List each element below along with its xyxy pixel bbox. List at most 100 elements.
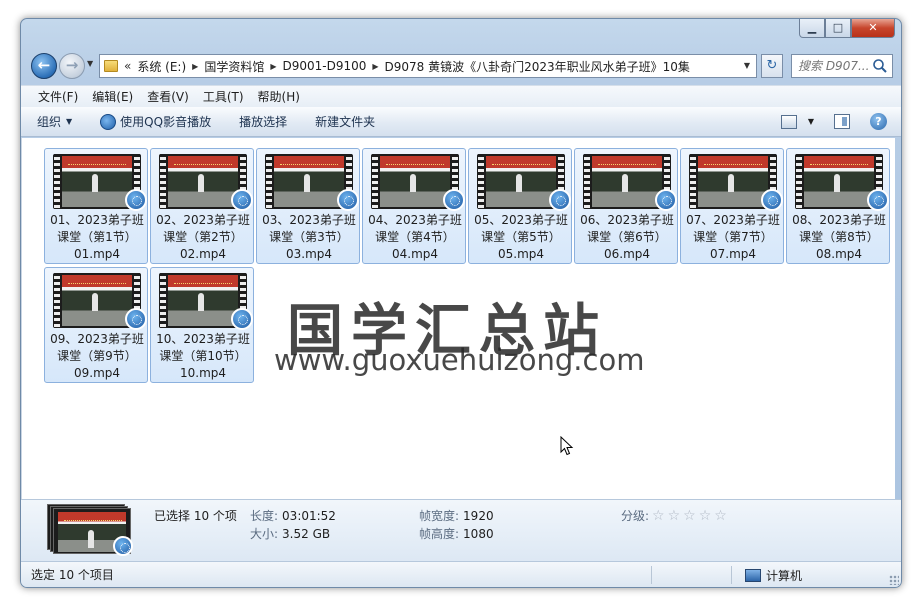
qq-player-icon [100,113,117,130]
rating-label: 分级: [621,509,650,523]
selection-thumbnail-stack [47,504,133,558]
search-icon[interactable] [872,58,888,74]
video-file-icon [761,189,783,211]
address-dropdown-icon[interactable]: ▼ [744,61,750,70]
refresh-button[interactable]: ↻ [761,54,783,78]
computer-icon [745,569,761,582]
video-badge-icon [113,536,133,556]
mouse-cursor-icon [560,436,574,456]
file-item[interactable]: 02、2023弟子班 课堂（第2节） 02.mp4 [150,148,254,264]
command-bar-right: ▼ ? [780,113,887,130]
file-item[interactable]: 07、2023弟子班 课堂（第7节） 07.mp4 [680,148,784,264]
video-file-icon [549,189,571,211]
status-location: 计算机 [745,567,802,584]
file-item[interactable]: 10、2023弟子班 课堂（第10节） 10.mp4 [150,267,254,383]
qq-play-label: 使用QQ影音播放 [120,115,212,129]
details-pane: 已选择 10 个项 长度: 03:01:52 大小: 3.52 GB 帧宽度: 192… [21,499,901,561]
minimize-button[interactable]: ▁ [799,19,825,38]
file-name: 05、2023弟子班 课堂（第5节） 05.mp4 [474,213,568,261]
rating-field: 分级: ☆ ☆ ☆ ☆ ☆ [621,507,727,524]
file-item[interactable]: 08、2023弟子班 课堂（第8节） 08.mp4 [786,148,890,264]
file-item[interactable]: 09、2023弟子班 课堂（第9节） 09.mp4 [44,267,148,383]
file-item[interactable]: 05、2023弟子班 课堂（第5节） 05.mp4 [468,148,572,264]
new-folder-button[interactable]: 新建文件夹 [315,113,375,130]
star-icon[interactable]: ☆ [652,508,665,524]
length-field: 长度: 03:01:52 [250,509,336,523]
file-name: 10、2023弟子班 课堂（第10节） 10.mp4 [156,332,250,380]
status-divider [651,566,652,584]
new-folder-label: 新建文件夹 [315,115,376,129]
organize-button[interactable]: 组织 ▼ [37,113,72,130]
command-bar: 组织 ▼ 使用QQ影音播放 播放选择 新建文件夹 ▼ ? [21,107,901,137]
menu-help[interactable]: 帮助(H) [251,88,307,105]
back-button[interactable]: ← [31,53,57,79]
file-name: 07、2023弟子班 课堂（第7节） 07.mp4 [686,213,780,261]
video-file-icon [867,189,889,211]
search-input[interactable] [798,59,870,73]
view-options-chevron-icon[interactable]: ▼ [808,117,814,126]
watermark-url: www.guoxuehuizong.com [274,343,645,377]
help-icon[interactable]: ? [870,113,887,130]
recent-pages-dropdown-icon[interactable]: ▼ [87,59,93,68]
qq-play-button[interactable]: 使用QQ影音播放 [100,113,211,130]
file-item[interactable]: 03、2023弟子班 课堂（第3节） 03.mp4 [256,148,360,264]
status-divider [731,566,732,584]
menu-edit[interactable]: 编辑(E) [85,88,140,105]
play-selection-button[interactable]: 播放选择 [239,113,287,130]
file-name: 08、2023弟子班 课堂（第8节） 08.mp4 [792,213,886,261]
address-bar[interactable]: « 系统 (E:) ▶ 国学资料馆 ▶ D9001-D9100 ▶ D9078 … [99,54,757,78]
file-name: 01、2023弟子班 课堂（第1节） 01.mp4 [50,213,144,261]
file-name: 09、2023弟子班 课堂（第9节） 09.mp4 [50,332,144,380]
caption-buttons: ▁ □ ✕ [799,19,895,38]
maximize-button[interactable]: □ [825,19,851,38]
play-selection-label: 播放选择 [239,115,288,129]
file-item[interactable]: 06、2023弟子班 课堂（第6节） 06.mp4 [574,148,678,264]
video-file-icon [655,189,677,211]
frame-width-field: 帧宽度: 1920 [419,509,494,523]
selected-count: 已选择 10 个项 [154,509,237,523]
file-name: 03、2023弟子班 课堂（第3节） 03.mp4 [262,213,356,261]
video-file-icon [231,189,253,211]
forward-button[interactable]: → [59,53,85,79]
video-file-icon [125,189,147,211]
status-bar: 选定 10 个项目 计算机 [21,561,901,587]
close-button[interactable]: ✕ [851,19,895,38]
folder-icon [104,60,118,72]
computer-label: 计算机 [766,569,803,583]
star-icon[interactable]: ☆ [683,508,696,524]
breadcrumb-current-folder[interactable]: D9078 黄镜波《八卦奇门2023年职业风水弟子班》10集 [379,58,696,75]
file-name: 06、2023弟子班 课堂（第6节） 06.mp4 [580,213,674,261]
star-icon[interactable]: ☆ [699,508,712,524]
video-file-icon [125,308,147,330]
search-box[interactable] [791,54,893,78]
breadcrumb-library[interactable]: 国学资料馆 [198,58,270,75]
star-icon[interactable]: ☆ [668,508,681,524]
chevron-down-icon: ▼ [66,117,73,126]
menu-bar: 文件(F) 编辑(E) 查看(V) 工具(T) 帮助(H) [21,85,901,107]
menu-file[interactable]: 文件(F) [31,88,85,105]
status-selection-text: 选定 10 个项目 [31,568,114,582]
size-field: 大小: 3.52 GB [250,527,331,541]
breadcrumb-range[interactable]: D9001-D9100 [276,59,372,73]
rating-stars[interactable]: ☆ ☆ ☆ ☆ ☆ [649,508,727,524]
explorer-window: ▁ □ ✕ ← → ▼ « 系统 (E:) ▶ 国学资料馆 ▶ D9001-D9… [20,18,902,588]
video-file-icon [231,308,253,330]
file-item[interactable]: 04、2023弟子班 课堂（第4节） 04.mp4 [362,148,466,264]
preview-pane-icon[interactable] [834,114,850,129]
navigation-bar: ← → ▼ « 系统 (E:) ▶ 国学资料馆 ▶ D9001-D9100 ▶ … [29,51,895,81]
menu-tools[interactable]: 工具(T) [196,88,251,105]
organize-label: 组织 [37,115,62,129]
video-file-icon [337,189,359,211]
frame-height-field: 帧高度: 1080 [419,527,494,541]
video-file-icon [443,189,465,211]
menu-view[interactable]: 查看(V) [140,88,196,105]
resize-grip-icon[interactable] [889,575,899,585]
change-view-icon[interactable] [780,114,797,129]
file-list-area[interactable]: 01、2023弟子班 课堂（第1节） 01.mp4 02、2023弟子班 课堂（第2节）… [21,138,895,499]
file-item[interactable]: 01、2023弟子班 课堂（第1节） 01.mp4 [44,148,148,264]
file-name: 04、2023弟子班 课堂（第4节） 04.mp4 [368,213,462,261]
breadcrumb-overflow[interactable]: « [124,59,131,73]
file-name: 02、2023弟子班 课堂（第2节） 02.mp4 [156,213,250,261]
star-icon[interactable]: ☆ [714,508,727,524]
breadcrumb-drive[interactable]: 系统 (E:) [131,58,192,75]
